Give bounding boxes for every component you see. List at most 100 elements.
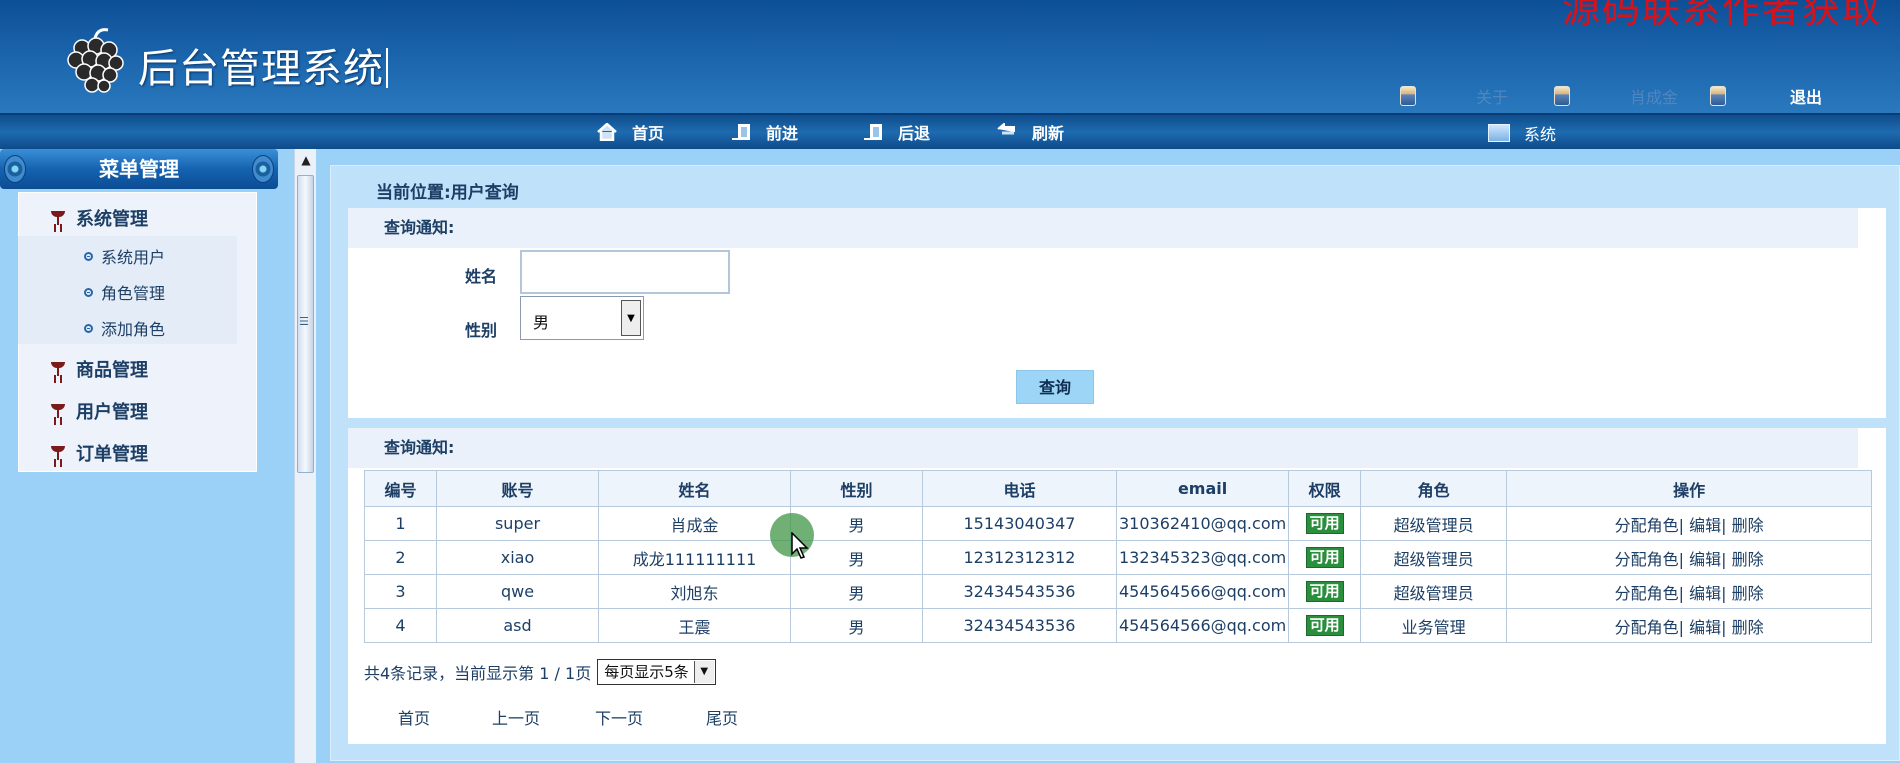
gender-select[interactable]: 男 ▼ <box>520 296 644 340</box>
table-row: 1 super 肖成金 男 15143040347 310362410@qq.c… <box>364 506 1872 541</box>
sidebar-title: 菜单管理 <box>0 149 278 189</box>
knob-icon <box>252 155 274 183</box>
users-table: 编号 账号 姓名 性别 电话 email 权限 角色 操作 1 super 肖成… <box>364 470 1872 643</box>
search-panel-title: 查询通知: <box>348 208 1858 248</box>
record-summary: 共4条记录，当前显示第 1 / 1页 <box>364 664 592 683</box>
current-user-link[interactable]: 肖成金 <box>1554 84 1678 108</box>
pager-next[interactable]: 下一页 <box>595 705 643 729</box>
assign-role-link[interactable]: 分配角色 <box>1615 516 1679 535</box>
sidebar-group-products[interactable]: 商品管理 <box>50 356 148 382</box>
cell-email: 454564566@qq.com <box>1115 608 1290 643</box>
watermark-text: 源码联系作者获取 <box>1561 0 1882 31</box>
cell-actions: 分配角色| 编辑| 删除 <box>1506 540 1872 575</box>
nav-forward-button[interactable]: 前进 <box>730 120 798 144</box>
scroll-up-arrow-icon[interactable]: ▲ <box>295 153 317 167</box>
col-name: 姓名 <box>598 470 791 507</box>
bullet-icon <box>84 287 93 297</box>
sidebar-item-role-management[interactable]: 角色管理 <box>84 280 165 304</box>
user-icon <box>1710 86 1726 106</box>
table-header-row: 编号 账号 姓名 性别 电话 email 权限 角色 操作 <box>364 470 1872 507</box>
cell-actions: 分配角色| 编辑| 删除 <box>1506 608 1872 643</box>
col-gender: 性别 <box>790 470 923 507</box>
pager-first[interactable]: 首页 <box>398 705 430 729</box>
delete-link[interactable]: 删除 <box>1732 550 1764 569</box>
page-size-select[interactable]: 每页显示5条 ▼ <box>597 659 716 685</box>
edit-link[interactable]: 编辑 <box>1689 584 1721 603</box>
about-link[interactable]: 关于 <box>1400 84 1508 108</box>
pager-prev[interactable]: 上一页 <box>492 705 540 729</box>
cell-email: 310362410@qq.com <box>1115 506 1290 541</box>
sidebar-item-add-role[interactable]: 添加角色 <box>84 316 165 340</box>
results-panel-title: 查询通知: <box>348 428 1858 468</box>
cell-phone: 12312312312 <box>922 540 1117 575</box>
user-icon <box>1400 86 1416 106</box>
cell-permission: 可用 <box>1288 574 1362 609</box>
assign-role-link[interactable]: 分配角色 <box>1615 584 1679 603</box>
cell-actions: 分配角色| 编辑| 删除 <box>1506 574 1872 609</box>
monitor-icon <box>1488 124 1510 142</box>
sidebar: 菜单管理 系统管理 系统用户 角色管理 添加角色 商品管理 用户管理 订单管理 <box>0 149 294 763</box>
cell-email: 454564566@qq.com <box>1115 574 1290 609</box>
nav-bar: 首页 前进 后退 刷新 系统 <box>0 113 1900 149</box>
cell-gender: 男 <box>790 574 923 609</box>
sidebar-group-orders[interactable]: 订单管理 <box>50 440 148 466</box>
edit-link[interactable]: 编辑 <box>1689 516 1721 535</box>
delete-link[interactable]: 删除 <box>1732 516 1764 535</box>
cell-phone: 15143040347 <box>922 506 1117 541</box>
pager-last[interactable]: 尾页 <box>706 705 738 729</box>
sidebar-group-users[interactable]: 用户管理 <box>50 398 148 424</box>
nav-system-link[interactable]: 系统 <box>1488 121 1556 145</box>
permission-badge: 可用 <box>1305 513 1344 534</box>
name-input[interactable] <box>520 250 730 294</box>
user-icon <box>1554 86 1570 106</box>
cell-permission: 可用 <box>1288 540 1362 575</box>
pagination-summary: 共4条记录，当前显示第 1 / 1页 每页显示5条 ▼ <box>364 659 716 685</box>
goblet-icon <box>50 403 66 419</box>
col-account: 账号 <box>436 470 599 507</box>
edit-link[interactable]: 编辑 <box>1689 550 1721 569</box>
assign-role-link[interactable]: 分配角色 <box>1615 618 1679 637</box>
cell-email: 132345323@qq.com <box>1115 540 1290 575</box>
permission-badge: 可用 <box>1305 615 1344 636</box>
splitter-grip-icon[interactable]: ☰ <box>299 315 309 328</box>
delete-link[interactable]: 删除 <box>1732 618 1764 637</box>
cell-permission: 可用 <box>1288 506 1362 541</box>
query-button[interactable]: 查询 <box>1016 370 1094 404</box>
cell-name: 刘旭东 <box>598 574 791 609</box>
chevron-down-icon[interactable]: ▼ <box>693 661 714 683</box>
cell-role: 超级管理员 <box>1360 506 1508 541</box>
goblet-icon <box>50 210 66 226</box>
table-row: 2 xiao 成龙111111111 男 12312312312 1323453… <box>364 540 1872 575</box>
nav-home-button[interactable]: 首页 <box>596 120 664 144</box>
cell-name: 王震 <box>598 608 791 643</box>
knob-icon <box>4 155 26 183</box>
logout-link[interactable]: 退出 <box>1710 84 1822 108</box>
nav-back-button[interactable]: 后退 <box>862 120 930 144</box>
chevron-down-icon[interactable]: ▼ <box>621 300 641 336</box>
edit-link[interactable]: 编辑 <box>1689 618 1721 637</box>
sidebar-scrollbar[interactable]: ▲ ☰ <box>294 149 316 763</box>
col-actions: 操作 <box>1506 470 1872 507</box>
bullet-icon <box>84 251 93 261</box>
name-label: 姓名 <box>465 267 498 286</box>
cell-account: super <box>436 506 599 541</box>
sidebar-group-system[interactable]: 系统管理 <box>50 205 148 231</box>
home-icon <box>597 123 617 141</box>
app-title: 后台管理系统 <box>138 36 388 94</box>
cell-permission: 可用 <box>1288 608 1362 643</box>
cell-role: 超级管理员 <box>1360 574 1508 609</box>
assign-role-link[interactable]: 分配角色 <box>1615 550 1679 569</box>
col-id: 编号 <box>364 470 437 507</box>
table-row: 4 asd 王震 男 32434543536 454564566@qq.com … <box>364 608 1872 643</box>
cell-gender: 男 <box>790 608 923 643</box>
delete-link[interactable]: 删除 <box>1732 584 1764 603</box>
top-header: 源码联系作者获取 后台管理系统 关于 肖成金 退出 <box>0 0 1900 113</box>
nav-refresh-button[interactable]: 刷新 <box>996 120 1064 144</box>
door-forward-icon <box>732 124 750 140</box>
cell-account: xiao <box>436 540 599 575</box>
cell-id: 2 <box>364 540 437 575</box>
sidebar-item-system-users[interactable]: 系统用户 <box>84 244 165 268</box>
cell-id: 3 <box>364 574 437 609</box>
cell-name: 肖成金 <box>598 506 791 541</box>
cell-account: asd <box>436 608 599 643</box>
